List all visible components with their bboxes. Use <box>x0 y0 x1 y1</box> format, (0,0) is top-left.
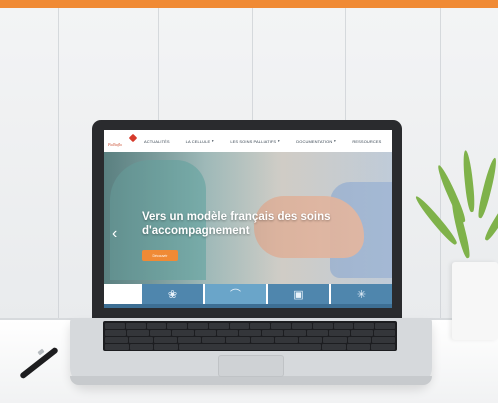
asterisk-icon: ✳ <box>356 288 367 301</box>
top-accent-band <box>0 0 498 8</box>
quick-link-tile[interactable]: ✳ <box>331 284 392 304</box>
book-icon: ▣ <box>293 288 304 301</box>
quick-link-tile[interactable]: ❀ <box>142 284 203 304</box>
caret-down-icon: ▼ <box>211 139 215 143</box>
wall-plank <box>58 8 59 320</box>
chevron-left-icon[interactable]: ‹ <box>112 226 117 242</box>
flower-icon: ❀ <box>167 288 178 301</box>
hero-title: Vers un modèle français des soins d'acco… <box>142 211 331 237</box>
nav-item-documentation[interactable]: DOCUMENTATION ▼ <box>296 139 336 144</box>
site-navbar: Palliaflo ACTUALITÉS LA CELLULE ▼ LES SOI… <box>104 130 392 152</box>
nav-item-soins-palliatifs[interactable]: LES SOINS PALLIATIFS ▼ <box>230 139 280 144</box>
laptop-keyboard <box>103 321 397 351</box>
arch-icon: ⌒ <box>230 289 241 301</box>
nav-item-ressources[interactable]: RESSOURCES <box>352 139 381 144</box>
logo-text: Palliaflo <box>108 142 122 147</box>
plant-leaf <box>461 149 476 213</box>
plant-leaf <box>476 156 498 219</box>
caret-down-icon: ▼ <box>277 139 281 143</box>
nav-item-la-cellule[interactable]: LA CELLULE ▼ <box>186 139 215 144</box>
caret-down-icon: ▼ <box>333 139 337 143</box>
quick-link-tile[interactable]: ⌒ <box>205 284 266 304</box>
site-logo[interactable]: Palliaflo <box>108 133 138 147</box>
hero-cta-button[interactable]: Découvrir <box>142 250 178 261</box>
site-menu: ACTUALITÉS LA CELLULE ▼ LES SOINS PALLIAT… <box>144 139 381 144</box>
quick-links: ❀ ⌒ ▣ ✳ <box>142 284 392 304</box>
laptop-screen: Palliaflo ACTUALITÉS LA CELLULE ▼ LES SOI… <box>104 130 392 308</box>
plant-leaf <box>435 163 468 224</box>
plant-pot <box>452 262 498 340</box>
laptop-base-lip <box>70 376 432 385</box>
quick-link-tile[interactable]: ▣ <box>268 284 329 304</box>
laptop-trackpad <box>218 355 284 377</box>
logo-mark-icon <box>128 133 138 143</box>
nav-item-actualites[interactable]: ACTUALITÉS <box>144 139 170 144</box>
screen-bottom-strip <box>104 304 392 308</box>
